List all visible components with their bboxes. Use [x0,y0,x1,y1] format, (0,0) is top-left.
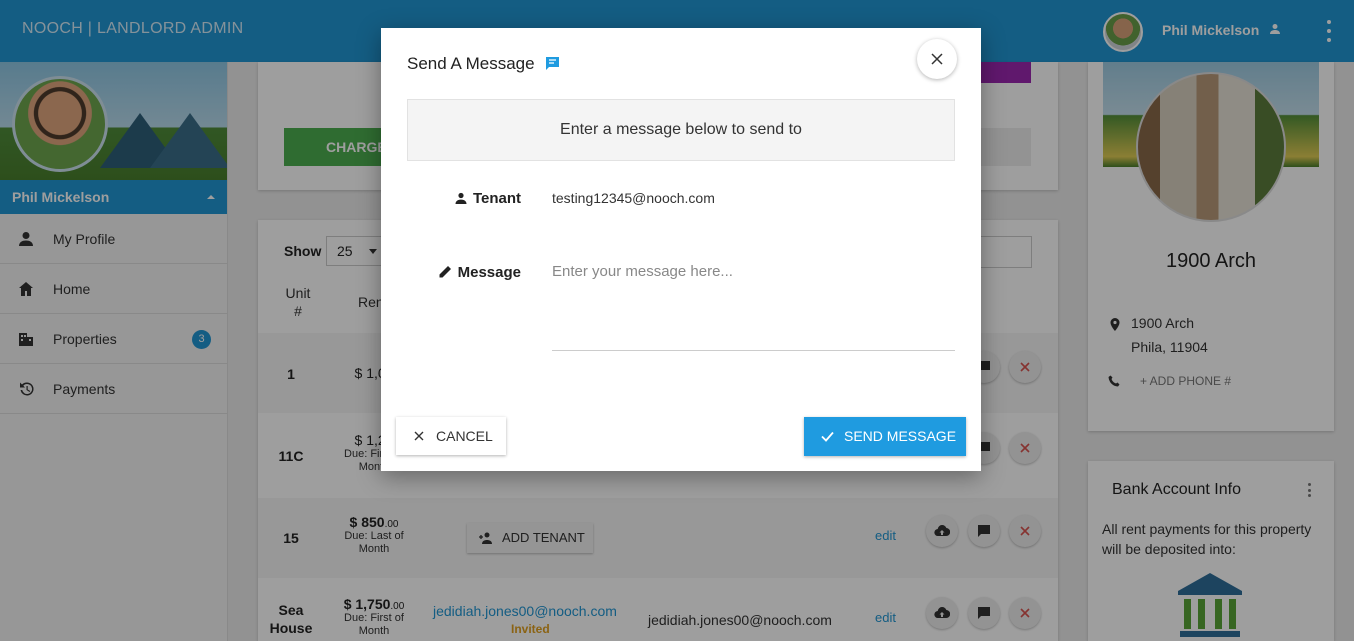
send-message-button[interactable]: SEND MESSAGE [804,417,966,456]
modal-banner: Enter a message below to send to [407,99,955,161]
send-label: SEND MESSAGE [844,428,957,444]
close-button[interactable] [917,39,957,79]
message-label-text: Message [457,264,521,281]
person-icon [455,192,467,204]
close-icon [414,431,424,441]
cancel-label: CANCEL [436,428,493,444]
cancel-button[interactable]: CANCEL [396,417,506,455]
send-message-modal: Send A Message Enter a message below to … [381,28,981,471]
message-field-label: Message [407,264,521,281]
pencil-icon [439,266,451,278]
modal-title: Send A Message [407,54,535,73]
tenant-field-label: Tenant [407,190,521,207]
tenant-label-text: Tenant [472,190,521,207]
close-icon [931,53,943,65]
message-input[interactable] [552,260,955,351]
tenant-value: testing12345@nooch.com [552,190,715,206]
check-icon [821,431,834,442]
chat-icon [546,57,559,70]
